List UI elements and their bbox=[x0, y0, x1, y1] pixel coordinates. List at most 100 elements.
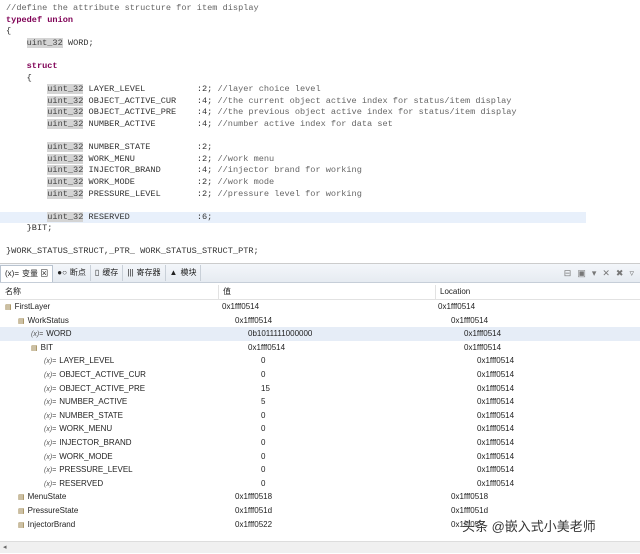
name-cell: (x)= LAYER_LEVEL bbox=[0, 354, 257, 368]
struct-icon: ▤ bbox=[18, 521, 25, 529]
code-text: NUMBER_ACTIVE :4; bbox=[83, 118, 218, 129]
code-text: typedef union bbox=[6, 14, 74, 25]
variable-name: WORK_MENU bbox=[59, 424, 113, 434]
variable-icon: (x)= bbox=[44, 385, 57, 393]
code-text: NUMBER_STATE :2; bbox=[83, 142, 213, 153]
tab-icon: ▲ bbox=[169, 268, 178, 277]
table-row[interactable]: (x)= OBJECT_ACTIVE_PRE 15 0x1fff0514 bbox=[0, 382, 640, 396]
tab-icon: (x)= bbox=[5, 269, 19, 278]
table-row[interactable]: ▤ MenuState 0x1fff0518 0x1fff0518 bbox=[0, 490, 640, 504]
table-row[interactable]: (x)= OBJECT_ACTIVE_CUR 0 0x1fff0514 bbox=[0, 368, 640, 382]
code-text: }BIT; bbox=[6, 223, 53, 234]
variables-tree: ▤ FirstLayer 0x1fff0514 0x1fff0514 ▤ WorkStat… bbox=[0, 300, 640, 531]
table-row[interactable]: (x)= INJECTOR_BRAND 0 0x1fff0514 bbox=[0, 436, 640, 450]
variable-name: OBJECT_ACTIVE_PRE bbox=[59, 383, 146, 393]
code-comment: //pressure level for working bbox=[217, 188, 362, 199]
variable-name: MenuState bbox=[27, 492, 67, 502]
name-cell: (x)= INJECTOR_BRAND bbox=[0, 436, 257, 450]
name-cell: (x)= WORK_MODE bbox=[0, 450, 257, 464]
type-keyword: uint_32 bbox=[47, 211, 84, 222]
view-tabs: (x)= 变量 ⊠ ●○ 断点 ▯ 缓存 ||| 寄存器 ▲ 模块 ⊟ ▣ ▾ ✕ ✖ ▿ bbox=[0, 264, 640, 283]
tab-4[interactable]: ▲ 模块 bbox=[166, 264, 202, 281]
value-cell: 0x1fff0518 bbox=[235, 492, 273, 502]
value-cell: 0 bbox=[261, 369, 266, 379]
table-row[interactable]: (x)= WORK_MODE 0 0x1fff0514 bbox=[0, 450, 640, 464]
location-cell: 0x1fff0514 bbox=[477, 465, 515, 475]
type-keyword: uint_32 bbox=[47, 142, 84, 153]
variable-name: RESERVED bbox=[59, 478, 104, 488]
collapse-icon[interactable]: ⊟ bbox=[564, 268, 572, 279]
tab-3[interactable]: ||| 寄存器 bbox=[123, 264, 166, 281]
tab-label: 寄存器 bbox=[136, 268, 161, 277]
code-editor[interactable]: //define the attribute structure for ite… bbox=[0, 3, 640, 261]
table-row[interactable]: (x)= WORD 0b1011111000000 0x1fff0514 bbox=[0, 327, 640, 341]
location-cell: 0x1fff0514 bbox=[477, 410, 515, 420]
table-row[interactable]: ▤ BIT 0x1fff0514 0x1fff0514 bbox=[0, 341, 640, 355]
code-comment: //the current object active index for st… bbox=[217, 95, 512, 106]
dropdown-icon[interactable]: ▾ bbox=[592, 268, 597, 279]
table-row[interactable]: (x)= NUMBER_STATE 0 0x1fff0514 bbox=[0, 409, 640, 423]
view-menu-icon[interactable]: ▿ bbox=[629, 268, 634, 279]
variable-icon: (x)= bbox=[44, 358, 57, 366]
code-line: uint_32 NUMBER_ACTIVE :4; //number activ… bbox=[0, 118, 640, 131]
code-line: uint_32 WORK_MODE :2; //work mode bbox=[0, 176, 640, 189]
value-cell: 0x1fff0514 bbox=[248, 342, 286, 352]
code-text: WORD; bbox=[62, 37, 94, 48]
remove-icon[interactable]: ✕ bbox=[602, 268, 610, 279]
value-cell: 0x1fff0514 bbox=[235, 315, 273, 325]
remove-all-icon[interactable]: ✖ bbox=[616, 268, 624, 279]
code-comment: //layer choice level bbox=[217, 84, 321, 95]
variable-icon: (x)= bbox=[44, 480, 57, 488]
tab-2[interactable]: ▯ 缓存 bbox=[91, 264, 124, 281]
column-value[interactable]: 值 bbox=[218, 285, 435, 299]
type-keyword: uint_32 bbox=[47, 84, 84, 95]
table-header: 名称 值 Location bbox=[0, 285, 640, 300]
table-row[interactable]: (x)= NUMBER_ACTIVE 5 0x1fff0514 bbox=[0, 395, 640, 409]
tab-label: 变量 ⊠ bbox=[22, 269, 49, 278]
variable-name: NUMBER_ACTIVE bbox=[59, 397, 128, 407]
code-text: OBJECT_ACTIVE_PRE :4; bbox=[83, 107, 218, 118]
name-cell: (x)= OBJECT_ACTIVE_PRE bbox=[0, 382, 257, 396]
layout-icon[interactable]: ▣ bbox=[577, 268, 586, 279]
value-cell: 0 bbox=[261, 356, 266, 366]
value-cell: 15 bbox=[261, 383, 270, 393]
tab-label: 模块 bbox=[180, 268, 197, 277]
location-cell: 0x1fff0514 bbox=[464, 329, 502, 339]
location-cell: 0x1fff0514 bbox=[477, 424, 515, 434]
code-text: WORK_MENU :2; bbox=[83, 153, 218, 164]
column-location[interactable]: Location bbox=[435, 285, 640, 299]
watermark: 头条 @嵌入式小美老师 bbox=[462, 519, 596, 534]
variables-panel: (x)= 变量 ⊠ ●○ 断点 ▯ 缓存 ||| 寄存器 ▲ 模块 ⊟ ▣ ▾ ✕ ✖ ▿ 名称 … bbox=[0, 263, 640, 553]
variable-name: OBJECT_ACTIVE_CUR bbox=[59, 369, 146, 379]
value-cell: 0 bbox=[261, 465, 266, 475]
code-text: INJECTOR_BRAND :4; bbox=[83, 165, 218, 176]
table-row[interactable]: ▤ WorkStatus 0x1fff0514 0x1fff0514 bbox=[0, 314, 640, 328]
code-text: }WORK_STATUS_STRUCT,_PTR_ WORK_STATUS_ST… bbox=[6, 246, 259, 257]
variable-name: BIT bbox=[40, 342, 54, 352]
value-cell: 0 bbox=[261, 424, 266, 434]
variable-icon: (x)= bbox=[44, 467, 57, 475]
tab-1[interactable]: ●○ 断点 bbox=[53, 264, 91, 281]
value-cell: 5 bbox=[261, 397, 266, 407]
variable-name: PressureState bbox=[27, 505, 79, 515]
location-cell: 0x1fff0518 bbox=[451, 492, 489, 502]
table-row[interactable]: ▤ FirstLayer 0x1fff0514 0x1fff0514 bbox=[0, 300, 640, 314]
code-text: OBJECT_ACTIVE_CUR :4; bbox=[83, 95, 218, 106]
value-cell: 0x1fff0514 bbox=[222, 302, 260, 311]
name-cell: ▤ MenuState bbox=[0, 490, 231, 504]
column-name[interactable]: 名称 bbox=[0, 285, 218, 299]
code-line: uint_32 RESERVED :6; bbox=[0, 211, 586, 224]
code-text: LAYER_LEVEL :2; bbox=[83, 84, 218, 95]
table-row[interactable]: (x)= WORK_MENU 0 0x1fff0514 bbox=[0, 422, 640, 436]
table-row[interactable]: (x)= RESERVED 0 0x1fff0514 bbox=[0, 477, 640, 491]
table-row[interactable]: (x)= PRESSURE_LEVEL 0 0x1fff0514 bbox=[0, 463, 640, 477]
tab-0[interactable]: (x)= 变量 ⊠ bbox=[0, 264, 54, 282]
tab-icon: ▯ bbox=[94, 268, 100, 277]
code-line: }WORK_STATUS_STRUCT,_PTR_ WORK_STATUS_ST… bbox=[0, 246, 640, 258]
horizontal-scrollbar[interactable]: ◂ bbox=[0, 541, 640, 553]
struct-icon: ▤ bbox=[31, 344, 38, 352]
code-text: struct bbox=[6, 60, 58, 71]
table-row[interactable]: (x)= LAYER_LEVEL 0 0x1fff0514 bbox=[0, 354, 640, 368]
